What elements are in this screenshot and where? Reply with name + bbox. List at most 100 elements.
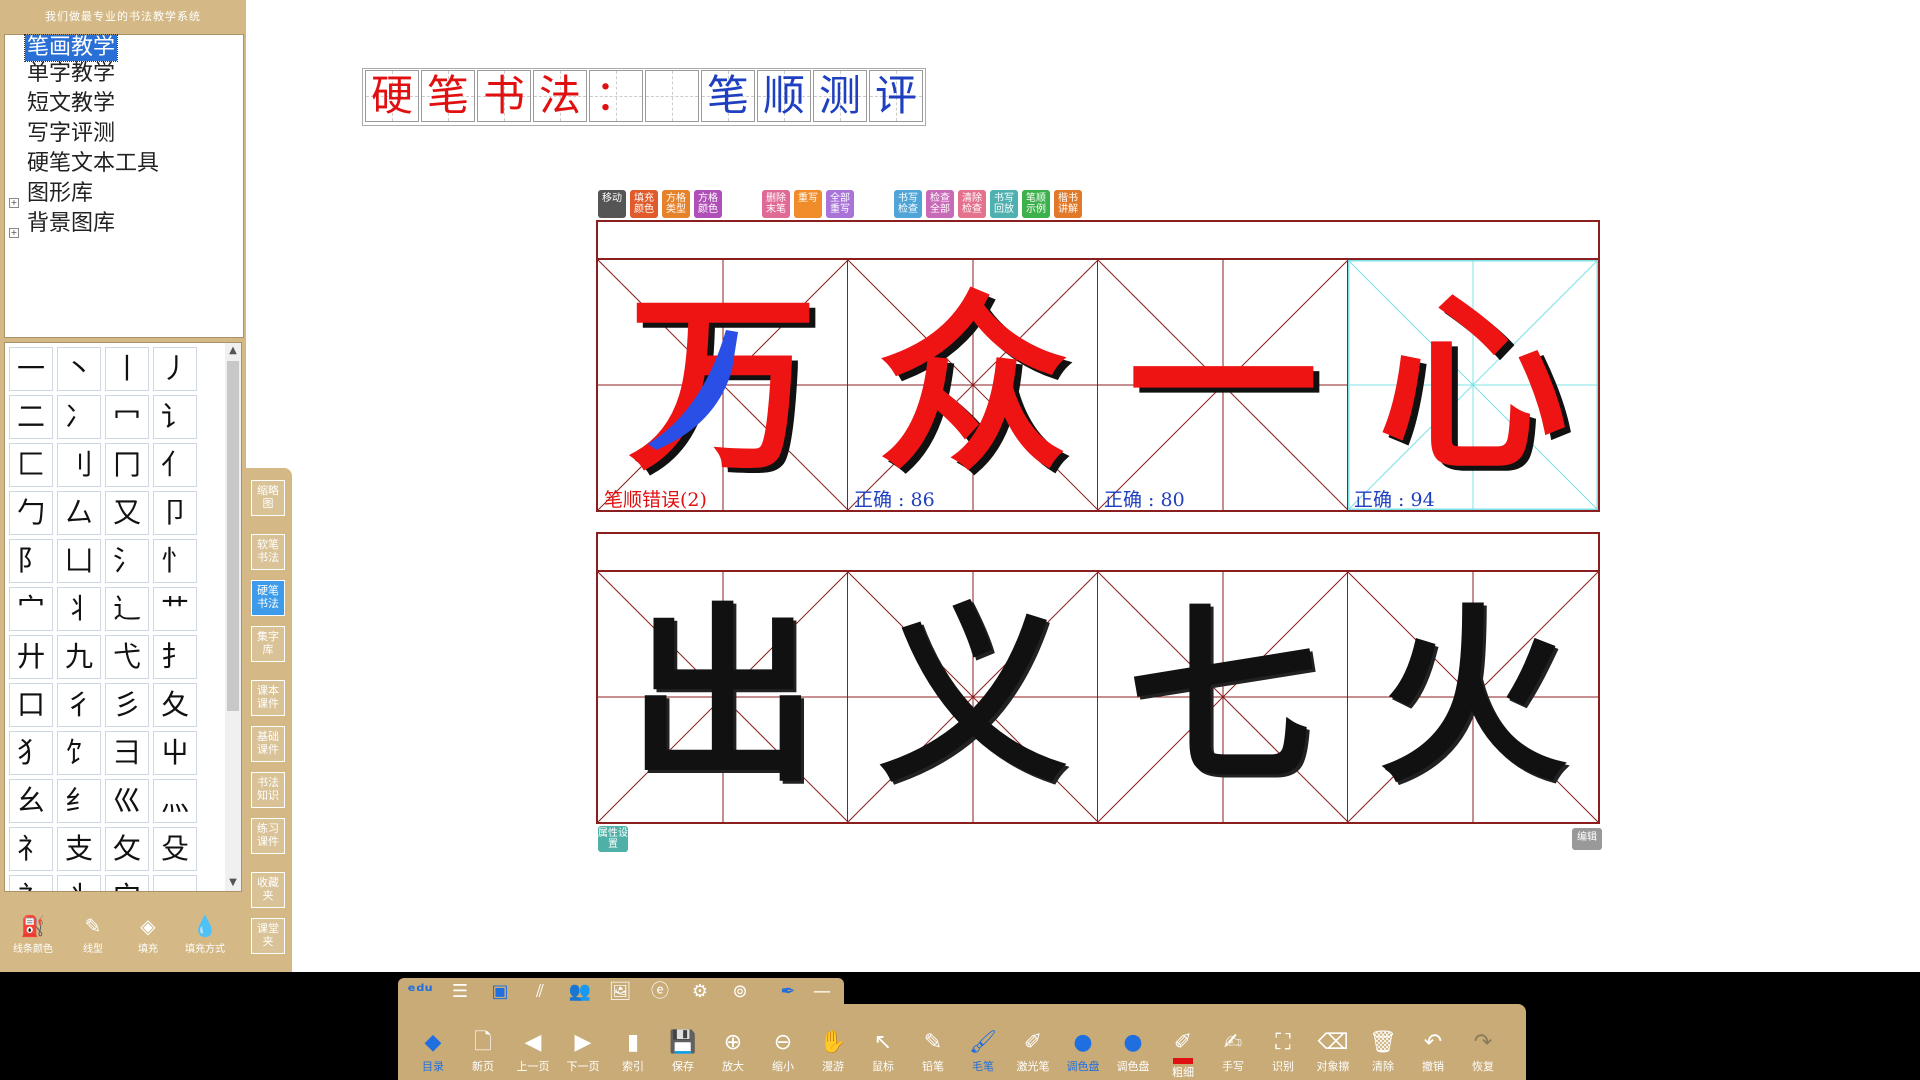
- stroke-cell[interactable]: 弋: [105, 635, 149, 679]
- main-tool-button[interactable]: ✍ 手写: [1208, 1028, 1258, 1080]
- main-tool-button[interactable]: ◀ 上一页: [508, 1028, 558, 1080]
- stroke-cell[interactable]: 饣: [57, 731, 101, 775]
- tree-item-hardpen-text-tool[interactable]: 硬笔文本工具: [25, 151, 161, 177]
- scroll-thumb[interactable]: [227, 361, 239, 711]
- board-tool-button[interactable]: 楷书讲解: [1054, 190, 1082, 218]
- main-tool-button[interactable]: ⊖ 缩小: [758, 1028, 808, 1080]
- stroke-cell[interactable]: 冖: [105, 395, 149, 439]
- board-tool-button[interactable]: 填充颜色: [630, 190, 658, 218]
- board-tool-button[interactable]: 检查全部: [926, 190, 954, 218]
- stroke-cell[interactable]: 又: [105, 491, 149, 535]
- stroke-cell[interactable]: 幺: [9, 779, 53, 823]
- stroke-cell[interactable]: 夂: [153, 683, 197, 727]
- stroke-cell[interactable]: 艹: [153, 587, 197, 631]
- stroke-cell[interactable]: 丿: [153, 347, 197, 391]
- main-tool-button[interactable]: ● 调色盘: [1108, 1028, 1158, 1080]
- scroll-down-icon[interactable]: ▼: [225, 875, 241, 891]
- stroke-cell[interactable]: 一: [9, 347, 53, 391]
- stroke-cell[interactable]: 丬: [57, 875, 101, 891]
- stroke-cell[interactable]: 讠: [153, 395, 197, 439]
- board-tool-button[interactable]: 书写回放: [990, 190, 1018, 218]
- stroke-cell[interactable]: 屮: [153, 731, 197, 775]
- stroke-cell[interactable]: 衤: [9, 875, 53, 891]
- stroke-cell[interactable]: 冂: [105, 443, 149, 487]
- main-tool-button[interactable]: ↶ 撤销: [1408, 1028, 1458, 1080]
- main-tool-button[interactable]: 🗋 新页: [458, 1028, 508, 1080]
- main-tool-button[interactable]: 💾 保存: [658, 1028, 708, 1080]
- tab-thumbnail[interactable]: 缩略图: [251, 480, 285, 516]
- stroke-cell[interactable]: 彐: [105, 731, 149, 775]
- tree-item-background-library[interactable]: 背景图库: [25, 211, 117, 237]
- tab-practice-courseware[interactable]: 练习课件: [251, 818, 285, 854]
- tab-hard-pen[interactable]: 硬笔书法: [251, 580, 285, 616]
- board-tool-button[interactable]: 移动: [598, 190, 626, 218]
- stroke-cell[interactable]: 凵: [57, 539, 101, 583]
- stroke-cell[interactable]: 口: [9, 683, 53, 727]
- tab-favorites[interactable]: 收藏夹: [251, 872, 285, 908]
- fill-button[interactable]: ◈ 填充: [123, 912, 173, 962]
- stroke-cell[interactable]: 九: [57, 635, 101, 679]
- tab-basic-courseware[interactable]: 基础课件: [251, 726, 285, 762]
- stroke-cell[interactable]: 勹: [9, 491, 53, 535]
- stroke-cell[interactable]: 攵: [105, 827, 149, 871]
- char-cell[interactable]: 义: [848, 572, 1098, 822]
- stroke-cell[interactable]: 二: [9, 395, 53, 439]
- char-cell[interactable]: 出: [598, 572, 848, 822]
- board-tool-button[interactable]: 笔顺示例: [1022, 190, 1050, 218]
- expand-icon[interactable]: +: [9, 228, 19, 238]
- stroke-cell[interactable]: 彡: [105, 683, 149, 727]
- stroke-cell[interactable]: 支: [57, 827, 101, 871]
- stroke-cell[interactable]: 纟: [57, 779, 101, 823]
- board-tool-button[interactable]: 方格类型: [662, 190, 690, 218]
- stroke-cell[interactable]: 阝: [9, 539, 53, 583]
- tab-textbook-courseware[interactable]: 课本课件: [251, 680, 285, 716]
- main-tool-button[interactable]: ✎ 铅笔: [908, 1028, 958, 1080]
- tree-item-writing-eval[interactable]: 写字评测: [25, 121, 117, 147]
- tab-calligraphy-knowledge[interactable]: 书法知识: [251, 772, 285, 808]
- main-tool-button[interactable]: 🗑 清除: [1358, 1028, 1408, 1080]
- edit-button[interactable]: 编辑: [1572, 828, 1602, 850]
- main-tool-button[interactable]: ✐ 粗细: [1158, 1028, 1208, 1080]
- main-tool-button[interactable]: ⊕ 放大: [708, 1028, 758, 1080]
- stroke-cell[interactable]: 冫: [57, 395, 101, 439]
- main-tool-button[interactable]: ⛶ 识别: [1258, 1028, 1308, 1080]
- char-cell[interactable]: 万笔顺错误(2): [598, 260, 848, 511]
- stroke-cell[interactable]: 宀: [9, 587, 53, 631]
- board-tool-button[interactable]: 书写检查: [894, 190, 922, 218]
- main-tool-button[interactable]: ↖ 鼠标: [858, 1028, 908, 1080]
- stroke-cell[interactable]: 彳: [57, 683, 101, 727]
- main-tool-button[interactable]: ● 调色盘: [1058, 1028, 1108, 1080]
- scrollbar[interactable]: ▲ ▼: [225, 343, 241, 891]
- stroke-cell[interactable]: 忄: [153, 539, 197, 583]
- stroke-cell[interactable]: 灬: [153, 779, 197, 823]
- stroke-cell[interactable]: 犭: [9, 731, 53, 775]
- stroke-cell[interactable]: 卩: [153, 491, 197, 535]
- tab-soft-brush[interactable]: 软笔书法: [251, 534, 285, 570]
- main-tool-button[interactable]: ✋ 漫游: [808, 1028, 858, 1080]
- line-type-button[interactable]: ✎ 线型: [68, 912, 118, 962]
- stroke-cell[interactable]: 厶: [57, 491, 101, 535]
- board-tool-button[interactable]: 方格颜色: [694, 190, 722, 218]
- stroke-cell[interactable]: 一: [153, 875, 197, 891]
- tree-item-stroke-teaching[interactable]: 笔画教学: [23, 34, 119, 62]
- stroke-cell[interactable]: 巛: [105, 779, 149, 823]
- char-cell[interactable]: 众正确 : 86: [848, 260, 1098, 511]
- main-tool-button[interactable]: ↷ 恢复: [1458, 1028, 1508, 1080]
- stroke-cell[interactable]: 辶: [105, 587, 149, 631]
- stroke-cell[interactable]: 匚: [9, 443, 53, 487]
- line-color-button[interactable]: ⛽ 线条颜色: [8, 912, 58, 962]
- property-settings-button[interactable]: 属性设置: [598, 826, 628, 852]
- fill-mode-button[interactable]: 💧 填充方式: [180, 912, 230, 962]
- char-cell[interactable]: 火: [1348, 572, 1598, 822]
- stroke-cell[interactable]: 刂: [57, 443, 101, 487]
- stroke-cell[interactable]: 丶: [57, 347, 101, 391]
- stroke-cell[interactable]: 亻: [153, 443, 197, 487]
- tree-item-single-char[interactable]: 单字教学: [25, 61, 117, 87]
- board-tool-button[interactable]: 删除末笔: [762, 190, 790, 218]
- main-tool-button[interactable]: ◆ 目录: [408, 1028, 458, 1080]
- main-tool-button[interactable]: 🖌 毛笔: [958, 1028, 1008, 1080]
- char-cell[interactable]: 一正确 : 80: [1098, 260, 1348, 511]
- board-tool-button[interactable]: 全部重写: [826, 190, 854, 218]
- tab-classroom[interactable]: 课堂夹: [251, 918, 285, 954]
- main-tool-button[interactable]: ✐ 激光笔: [1008, 1028, 1058, 1080]
